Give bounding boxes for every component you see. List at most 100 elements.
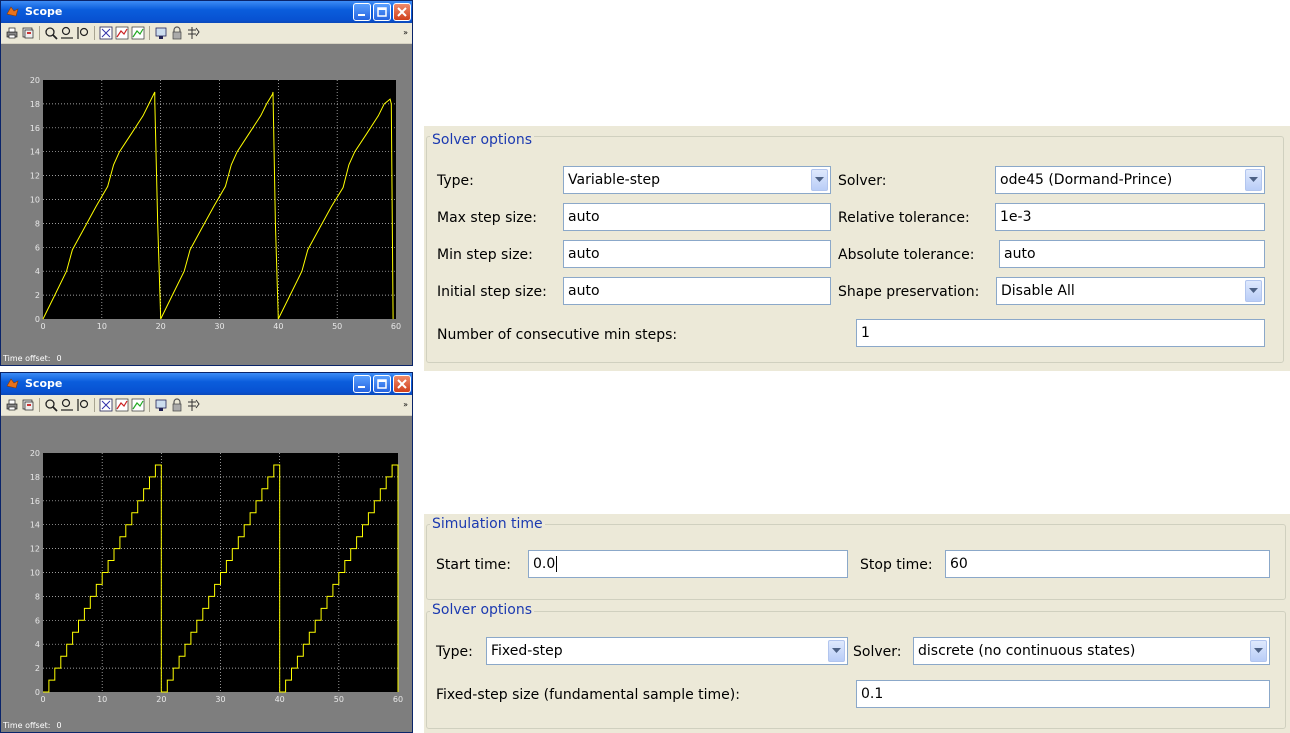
zoom-y-icon[interactable] (76, 26, 90, 40)
absolute-tolerance-label: Absolute tolerance: (838, 247, 975, 263)
scope-window-1: Scope » 0 10 20 30 40 50 60 0 2 4 6 8 10 12 14 16 18 20 T… (0, 0, 413, 366)
group-legend: Solver options (430, 602, 535, 618)
lock-axes-icon[interactable] (170, 26, 184, 40)
solver-label: Solver: (838, 173, 887, 189)
y-tick-label: 18 (30, 473, 40, 482)
y-tick-label: 16 (30, 124, 40, 133)
y-tick-label: 18 (30, 100, 40, 109)
y-tick-label: 2 (35, 291, 40, 300)
signal-selection-icon[interactable] (186, 398, 200, 412)
zoom-y-icon[interactable] (76, 398, 90, 412)
max-step-input[interactable]: auto (563, 203, 831, 231)
parameters-icon[interactable] (21, 26, 35, 40)
type-label: Type: (436, 644, 473, 660)
chevron-down-icon[interactable] (1245, 280, 1262, 302)
x-tick-label: 50 (332, 322, 342, 331)
time-offset: Time offset: 0 (3, 354, 62, 363)
stop-time-input[interactable]: 60 (945, 550, 1270, 578)
chevron-down-icon[interactable] (828, 640, 845, 662)
zoom-icon[interactable] (44, 26, 58, 40)
type-dropdown[interactable]: Fixed-step (486, 637, 848, 665)
lock-axes-icon[interactable] (170, 398, 184, 412)
x-tick-label: 50 (334, 695, 344, 704)
window-title: Scope (25, 5, 63, 18)
y-tick-label: 20 (30, 449, 40, 458)
restore-axes-icon[interactable] (131, 26, 145, 40)
scope-toolbar: » (1, 23, 412, 44)
y-tick-label: 0 (35, 688, 40, 697)
chevron-down-icon[interactable] (1250, 640, 1267, 662)
autoscale-icon[interactable] (99, 398, 113, 412)
plot-area: 0 10 20 30 40 50 60 0 2 4 6 8 10 12 14 16 18 20 Time offs… (1, 44, 412, 365)
floating-scope-icon[interactable] (154, 398, 168, 412)
y-tick-label: 14 (30, 521, 40, 530)
maximize-button[interactable] (373, 375, 391, 393)
chevron-down-icon[interactable] (811, 169, 828, 191)
scope-plot-2: 0 10 20 30 40 50 60 0 2 4 6 8 10 12 14 16 18 20 (30, 449, 403, 704)
x-tick-label: 60 (393, 695, 403, 704)
type-dropdown[interactable]: Variable-step (563, 166, 831, 194)
x-tick-label: 20 (156, 322, 166, 331)
start-time-label: Start time: (436, 557, 511, 573)
solver-label: Solver: (853, 644, 902, 660)
maximize-button[interactable] (373, 3, 391, 21)
autoscale-icon[interactable] (99, 26, 113, 40)
initial-step-input[interactable]: auto (563, 277, 831, 305)
matlab-icon (6, 378, 19, 389)
zoom-icon[interactable] (44, 398, 58, 412)
save-axes-icon[interactable] (115, 26, 129, 40)
y-tick-label: 8 (35, 592, 40, 601)
minimize-button[interactable] (353, 375, 371, 393)
y-tick-label: 14 (30, 148, 40, 157)
solver-dropdown[interactable]: discrete (no continuous states) (913, 637, 1270, 665)
parameters-icon[interactable] (21, 398, 35, 412)
print-icon[interactable] (5, 398, 19, 412)
group-legend: Simulation time (430, 516, 545, 532)
time-offset: Time offset: 0 (3, 721, 62, 730)
x-tick-label: 40 (275, 695, 285, 704)
floating-scope-icon[interactable] (154, 26, 168, 40)
y-tick-label: 20 (30, 76, 40, 85)
y-tick-label: 4 (35, 640, 40, 649)
signal-selection-icon[interactable] (186, 26, 200, 40)
consecutive-min-steps-input[interactable]: 1 (856, 319, 1265, 347)
start-time-input[interactable]: 0.0 (528, 550, 848, 578)
fixed-step-size-input[interactable]: 0.1 (856, 680, 1270, 708)
fixed-step-size-label: Fixed-step size (fundamental sample time… (436, 687, 740, 703)
close-button[interactable] (393, 375, 411, 393)
x-tick-label: 10 (97, 322, 107, 331)
toolbar-overflow-icon[interactable]: » (403, 28, 408, 37)
close-button[interactable] (393, 3, 411, 21)
matlab-icon (6, 6, 19, 17)
print-icon[interactable] (5, 26, 19, 40)
title-bar[interactable]: Scope (1, 1, 412, 23)
stop-time-label: Stop time: (860, 557, 933, 573)
solver-dropdown[interactable]: ode45 (Dormand-Prince) (995, 166, 1265, 194)
shape-preservation-dropdown[interactable]: Disable All (996, 277, 1265, 305)
y-tick-label: 12 (30, 545, 40, 554)
toolbar-overflow-icon[interactable]: » (403, 400, 408, 409)
x-tick-label: 20 (156, 695, 166, 704)
y-tick-label: 6 (35, 243, 40, 252)
scope-window-2: Scope » 0 10 20 30 40 50 60 0 2 4 6 8 10 12 14 16 18 20 T… (0, 372, 413, 733)
min-step-input[interactable]: auto (563, 240, 831, 268)
x-tick-label: 0 (40, 695, 45, 704)
x-tick-label: 60 (391, 322, 401, 331)
x-tick-label: 0 (40, 322, 45, 331)
y-tick-label: 12 (30, 172, 40, 181)
chevron-down-icon[interactable] (1245, 169, 1262, 191)
solver-options-panel-variable: Solver options Type: Variable-step Solve… (424, 126, 1290, 371)
consecutive-min-steps-label: Number of consecutive min steps: (437, 327, 678, 343)
restore-axes-icon[interactable] (131, 398, 145, 412)
type-label: Type: (437, 173, 474, 189)
absolute-tolerance-input[interactable]: auto (999, 240, 1265, 268)
zoom-x-icon[interactable] (60, 398, 74, 412)
x-tick-label: 10 (97, 695, 107, 704)
title-bar[interactable]: Scope (1, 373, 412, 395)
save-axes-icon[interactable] (115, 398, 129, 412)
y-tick-label: 16 (30, 497, 40, 506)
y-tick-label: 8 (35, 219, 40, 228)
relative-tolerance-input[interactable]: 1e-3 (995, 203, 1265, 231)
minimize-button[interactable] (353, 3, 371, 21)
zoom-x-icon[interactable] (60, 26, 74, 40)
